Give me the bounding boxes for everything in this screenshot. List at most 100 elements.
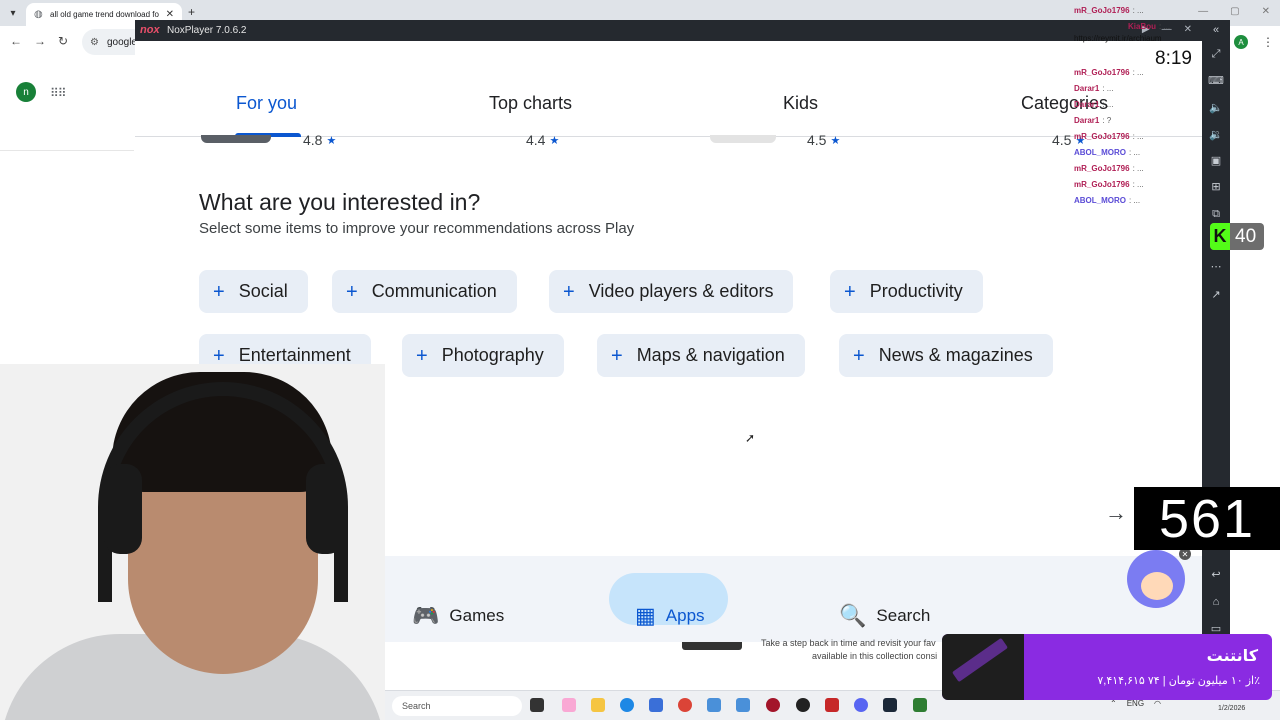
chip-photography[interactable]: + Photography	[402, 334, 564, 377]
address-text: google	[106, 36, 137, 48]
star-icon: ★	[549, 134, 560, 147]
headphone-cup-left	[104, 464, 142, 554]
tab-top-charts[interactable]: Top charts	[489, 93, 572, 114]
chat-message: Darar1: ?	[1074, 116, 1112, 125]
nox-assistant-mascot[interactable]	[1127, 550, 1185, 608]
app-icon[interactable]	[736, 698, 750, 712]
store-icon[interactable]	[649, 698, 663, 712]
file-explorer-icon[interactable]	[591, 698, 605, 712]
discord-icon[interactable]	[854, 698, 868, 712]
more-icon[interactable]: ⋯	[1208, 258, 1224, 274]
donation-goal-widget: کانتنت ۷,۴۱۴,۶۱۵ از ۱۰ میلیون تومان | ۷۴…	[942, 634, 1272, 700]
chip-video-players-editors[interactable]: + Video players & editors	[549, 270, 794, 313]
globe-icon: ◍	[34, 8, 43, 20]
fullscreen-icon[interactable]: ⤢	[1208, 46, 1224, 62]
multi-instance-icon[interactable]: ⧉	[1208, 206, 1224, 222]
close-icon[interactable]: ✕	[166, 9, 174, 20]
app-rating: 4.4 ★	[526, 132, 560, 148]
task-view-icon[interactable]	[530, 698, 544, 712]
android-back-icon[interactable]: ↩	[1208, 566, 1224, 582]
taskbar-date[interactable]: 1/2/2026	[1218, 705, 1245, 712]
profile-avatar[interactable]: A	[1234, 35, 1248, 49]
mascot-face	[1141, 572, 1173, 600]
wifi-icon[interactable]: ◠	[1154, 699, 1161, 708]
apk-install-icon[interactable]: ⊞	[1208, 178, 1224, 194]
external-link-icon[interactable]: ↗	[1208, 286, 1224, 302]
chip-news-magazines[interactable]: + News & magazines	[839, 334, 1053, 377]
collapse-icon[interactable]: «	[1208, 22, 1224, 38]
nox-title-bar: nox NoxPlayer 7.0.6.2 ▶ — ✕	[135, 20, 1202, 41]
star-icon: ★	[326, 134, 337, 147]
taskbar-search[interactable]: Search	[392, 696, 522, 716]
kick-viewer-badge: K 40	[1210, 223, 1264, 250]
chip-productivity[interactable]: + Productivity	[830, 270, 983, 313]
screenshot-icon[interactable]: ▣	[1208, 152, 1224, 168]
collection-description-2: available in this collection consi	[812, 651, 938, 661]
forward-arrow-icon[interactable]: →	[34, 34, 46, 48]
nav-games[interactable]: 🎮 Games	[412, 600, 504, 632]
chip-communication[interactable]: + Communication	[332, 270, 517, 313]
chat-message: ABOL_MORO: ...	[1074, 196, 1141, 205]
chrome-icon[interactable]	[678, 698, 692, 712]
star-icon: ★	[830, 134, 841, 147]
tab-list-chevron-icon[interactable]: ▾	[5, 5, 21, 21]
edge-icon[interactable]	[620, 698, 634, 712]
plus-icon: +	[853, 344, 865, 367]
site-settings-icon[interactable]: ⚙	[90, 37, 99, 48]
tab-title: all old game trend download fo	[50, 10, 159, 19]
tab-kids[interactable]: Kids	[783, 93, 818, 114]
plus-icon: +	[611, 344, 623, 367]
app-thumbnail[interactable]	[201, 135, 271, 143]
arrow-right-icon[interactable]: →	[1101, 498, 1131, 528]
system-tray: ⌃ ENG ◠	[1110, 699, 1161, 708]
reload-icon[interactable]: ↻	[58, 34, 68, 48]
mouse-cursor-icon: ➚	[745, 431, 756, 445]
app-rating: 4.5 ★	[807, 132, 841, 148]
chip-maps-navigation[interactable]: + Maps & navigation	[597, 334, 805, 377]
back-arrow-icon[interactable]: ←	[10, 34, 22, 48]
chevron-up-icon[interactable]: ⌃	[1110, 699, 1117, 708]
volume-down-icon[interactable]: 🔉	[1208, 126, 1224, 142]
plus-icon: +	[563, 280, 575, 303]
section-subtitle: Select some items to improve your recomm…	[199, 220, 635, 237]
donation-link: https://reymit.ir/archiaum	[1074, 34, 1162, 43]
chat-message: KiaBou: ...	[1128, 22, 1171, 31]
chat-message: Darar1: ...	[1074, 100, 1114, 109]
volume-up-icon[interactable]: 🔈	[1208, 99, 1224, 115]
chip-social[interactable]: + Social	[199, 270, 308, 313]
nox-taskbar-icon[interactable]	[913, 698, 927, 712]
nav-apps[interactable]: ▦ Apps	[635, 600, 705, 632]
tab-for-you[interactable]: For you	[236, 93, 297, 114]
google-account-avatar[interactable]: n	[16, 82, 36, 102]
maximize-icon[interactable]: ▢	[1230, 6, 1239, 17]
app-thumbnail[interactable]	[710, 135, 776, 143]
keyboard-icon[interactable]: ⌨	[1208, 72, 1224, 88]
obs-icon[interactable]	[796, 698, 810, 712]
plus-icon: +	[213, 344, 225, 367]
viewer-count: 40	[1235, 225, 1257, 247]
app-icon[interactable]	[766, 698, 780, 712]
new-tab-plus-icon[interactable]: +	[188, 5, 195, 19]
search-icon: 🔍	[839, 603, 867, 628]
close-window-icon[interactable]: ✕	[1262, 6, 1270, 17]
divider	[0, 150, 134, 151]
nox-window-title: NoxPlayer 7.0.6.2	[167, 25, 247, 36]
apps-grid-icon[interactable]: ⠿⠿	[50, 86, 67, 100]
headphone-cup-right	[306, 464, 344, 554]
plus-icon: +	[844, 280, 856, 303]
kebab-menu-icon[interactable]: ⋮	[1262, 35, 1274, 49]
language-indicator[interactable]: ENG	[1127, 699, 1144, 708]
donation-progress-text: ۷,۴۱۴,۶۱۵ از ۱۰ میلیون تومان | ۷۴٪	[1097, 675, 1260, 687]
android-home-icon[interactable]: ⌂	[1208, 594, 1224, 610]
plus-icon: +	[416, 344, 428, 367]
app-icon[interactable]	[825, 698, 839, 712]
apps-grid-icon: ▦	[635, 603, 656, 628]
steam-icon[interactable]	[883, 698, 897, 712]
nav-search[interactable]: 🔍 Search	[839, 600, 930, 632]
collection-thumbnail[interactable]	[682, 642, 742, 650]
donation-title: کانتنت	[1206, 648, 1258, 665]
plus-icon: +	[213, 280, 225, 303]
donation-image	[942, 634, 1024, 700]
copilot-icon[interactable]	[562, 698, 576, 712]
app-icon[interactable]	[707, 698, 721, 712]
